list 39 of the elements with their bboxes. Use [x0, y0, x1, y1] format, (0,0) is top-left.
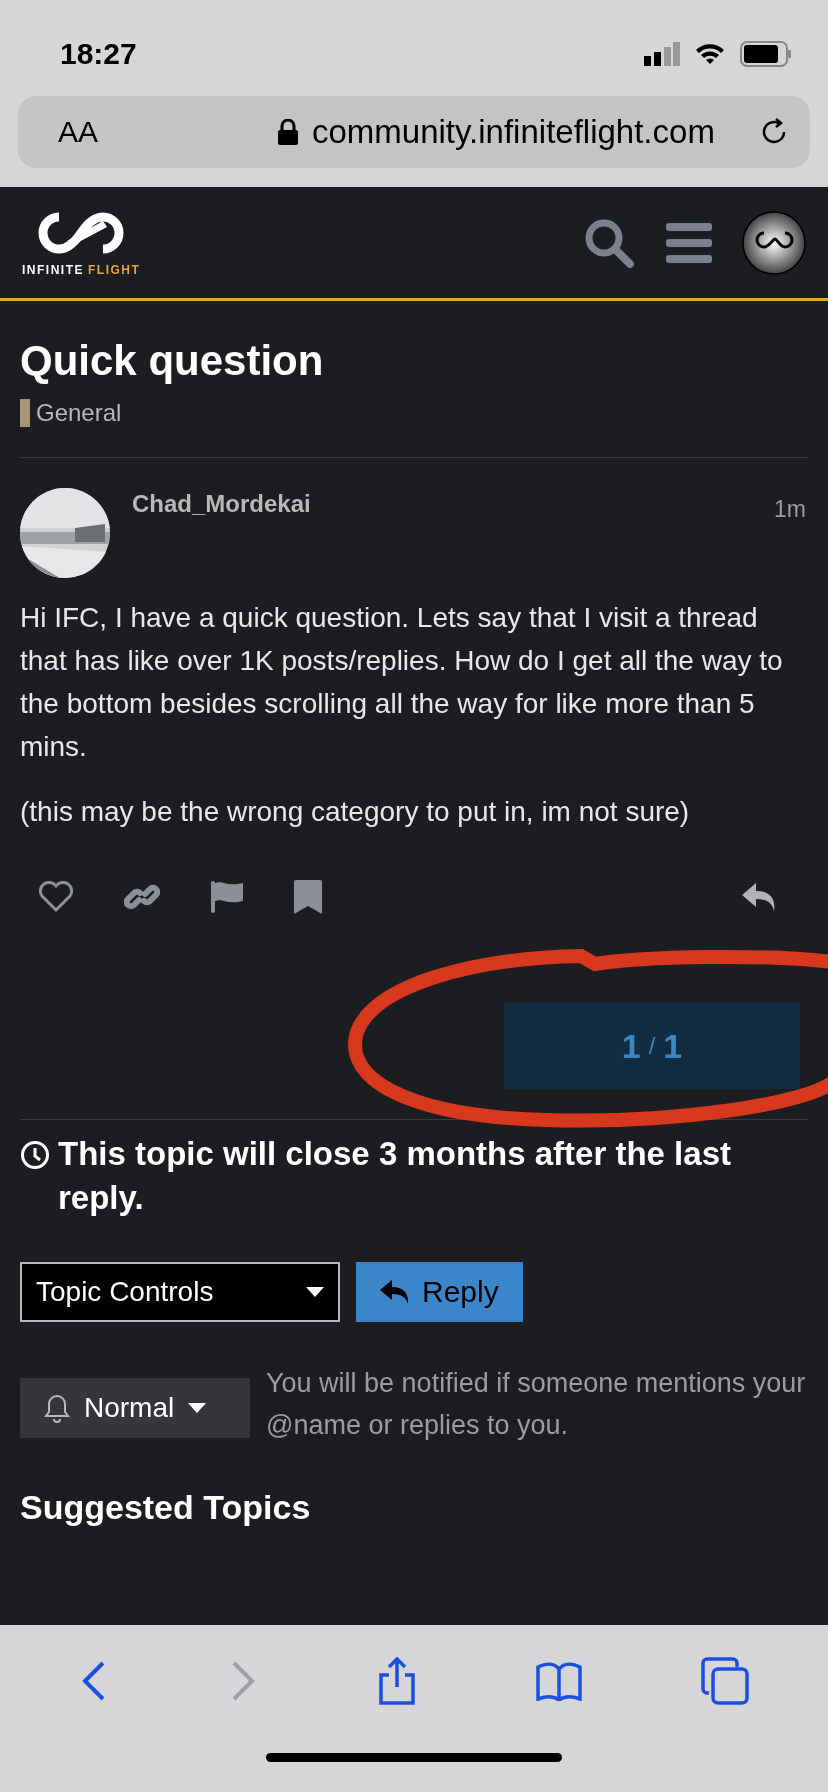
url-text: community.infiniteflight.com — [312, 113, 716, 151]
wifi-icon — [694, 42, 726, 66]
notification-dropdown[interactable]: Normal — [20, 1378, 250, 1438]
address-bar[interactable]: AA community.infiniteflight.com — [18, 96, 810, 168]
site-logo[interactable]: INFINITE FLIGHT — [22, 208, 141, 277]
reply-icon — [380, 1279, 410, 1305]
bookmarks-icon[interactable] — [535, 1661, 582, 1701]
bell-icon — [44, 1393, 70, 1423]
user-avatar[interactable] — [742, 210, 806, 275]
topic-controls-dropdown[interactable]: Topic Controls — [20, 1262, 340, 1322]
caret-icon — [306, 1287, 324, 1297]
tabs-icon[interactable] — [700, 1657, 749, 1705]
bookmark-icon[interactable] — [294, 880, 322, 914]
lock-icon — [278, 119, 298, 145]
total-posts-number: 1 — [663, 1026, 683, 1066]
post-author[interactable]: Chad_Mordekai — [110, 488, 775, 578]
current-post-number: 1 — [621, 1026, 641, 1066]
category-link[interactable]: General — [36, 399, 122, 427]
status-time: 18:27 — [60, 37, 137, 71]
category-marker — [20, 399, 30, 427]
share-icon[interactable] — [377, 1657, 417, 1705]
menu-icon[interactable] — [666, 222, 712, 263]
post-text: (this may be the wrong category to put in, im not sure) — [20, 795, 691, 829]
notification-description: You will be notified if someone mentions your @name or replies to you. — [266, 1367, 806, 1442]
text-size-button[interactable]: AA — [38, 115, 278, 149]
flag-icon[interactable] — [210, 880, 244, 914]
counter-separator: / — [648, 1032, 656, 1060]
post-time[interactable]: 1m — [774, 488, 808, 578]
battery-icon — [740, 41, 792, 67]
topic-title: Quick question — [20, 337, 325, 385]
clock-icon — [20, 1140, 50, 1170]
post-counter[interactable]: 1 / 1 — [504, 1003, 800, 1089]
signal-icon — [644, 42, 680, 66]
topic-close-notice: This topic will close 3 months after the last reply. — [58, 1134, 732, 1218]
caret-icon — [188, 1403, 207, 1413]
suggested-topics-heading: Suggested Topics — [20, 1488, 312, 1527]
reply-button[interactable]: Reply — [356, 1262, 523, 1322]
heart-icon[interactable] — [38, 881, 74, 913]
post-text: Hi IFC, I have a quick question. Lets say that I visit a thread that has like over 1K posts/replies. How do I get all the way to the bottom besides scrolling all the way for like more than 5 mins. — [20, 601, 784, 764]
